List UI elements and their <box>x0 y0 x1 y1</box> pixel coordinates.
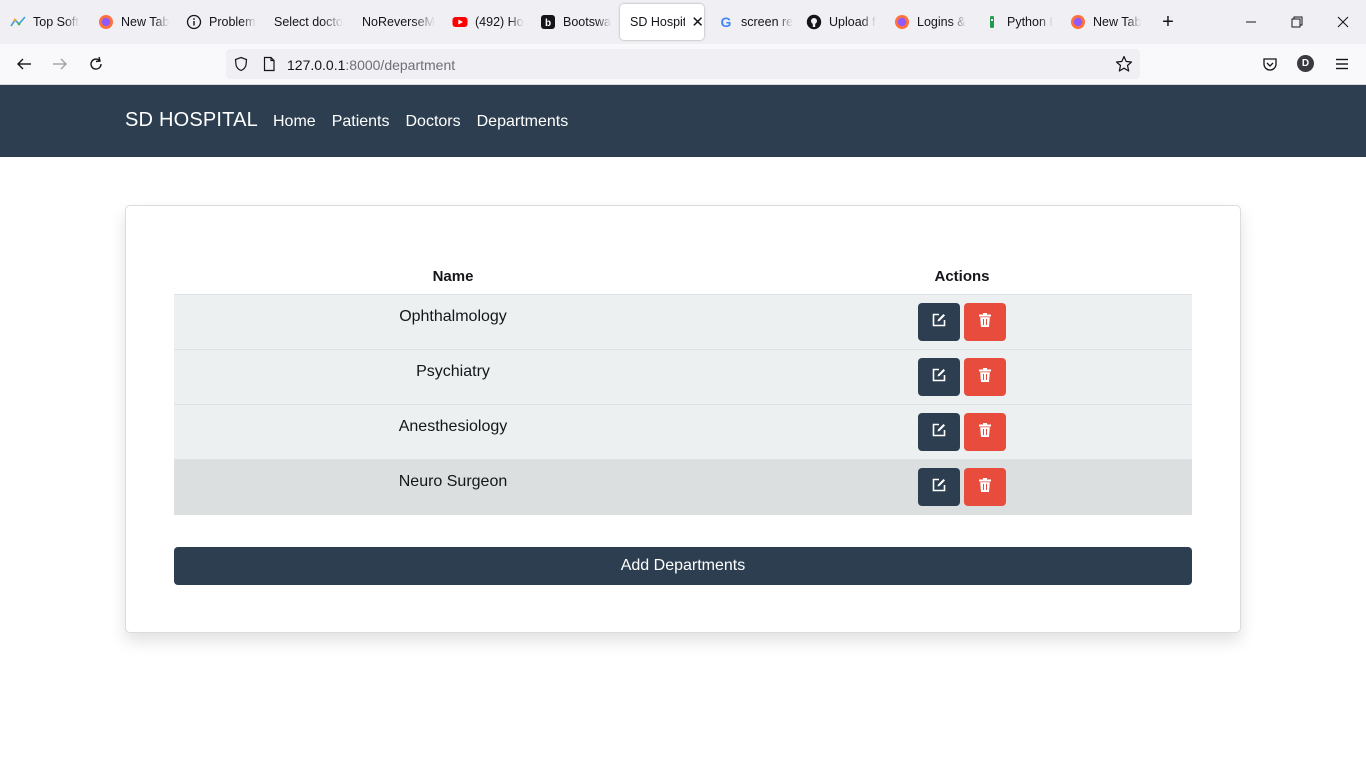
tab-top-soft[interactable]: Top Soft <box>0 4 86 40</box>
table-row: Psychiatry <box>174 350 1192 405</box>
add-departments-button[interactable]: Add Departments <box>174 547 1192 585</box>
new-tab-plus-icon[interactable]: + <box>1158 12 1178 32</box>
table-row: Neuro Surgeon <box>174 460 1192 515</box>
tab-sd-hospital[interactable]: SD Hospit ✕ <box>620 4 704 40</box>
forward-arrow-icon[interactable] <box>48 52 72 76</box>
edit-icon <box>931 312 947 333</box>
address-bar[interactable]: 127.0.0.1:8000/department <box>226 49 1140 79</box>
delete-button[interactable] <box>964 468 1006 506</box>
department-name: Anesthesiology <box>398 418 508 435</box>
main-nav: Home Patients Doctors Departments <box>273 113 584 131</box>
edit-button[interactable] <box>918 358 960 396</box>
department-name: Psychiatry <box>416 363 490 380</box>
tab-logins[interactable]: Logins & <box>884 4 972 40</box>
close-tab-icon[interactable]: ✕ <box>691 15 704 30</box>
firefox-icon <box>894 14 910 30</box>
edit-icon <box>931 477 947 498</box>
app-navbar: SD HOSPITAL Home Patients Doctors Depart… <box>0 85 1366 157</box>
trash-icon <box>978 477 992 498</box>
trash-icon <box>978 312 992 333</box>
table-row: Anesthesiology <box>174 405 1192 460</box>
trash-icon <box>978 367 992 388</box>
table-row: Ophthalmology <box>174 295 1192 350</box>
info-icon <box>186 14 202 30</box>
name-column-header: Name <box>432 268 474 285</box>
google-icon: G <box>718 14 734 30</box>
nav-home-link[interactable]: Home <box>273 113 316 131</box>
github-icon <box>806 14 822 30</box>
svg-text:G: G <box>721 14 732 30</box>
nav-patients-link[interactable]: Patients <box>332 113 390 131</box>
row-actions <box>732 295 1192 349</box>
tab-bootswatch[interactable]: b Bootswa <box>530 4 618 40</box>
department-name: Neuro Surgeon <box>398 473 508 490</box>
tab-youtube[interactable]: (492) Ho <box>442 4 530 40</box>
actions-column-header: Actions <box>934 268 990 285</box>
chart-favicon-icon <box>10 14 26 30</box>
restore-icon[interactable] <box>1285 10 1309 34</box>
pocket-icon[interactable] <box>1258 52 1282 76</box>
department-name: Ophthalmology <box>399 308 507 325</box>
tab-problem[interactable]: Problem <box>176 4 264 40</box>
row-actions <box>732 460 1192 515</box>
delete-button[interactable] <box>964 303 1006 341</box>
browser-tab-bar: Top Soft New Tab Problem Select docto No… <box>0 0 1366 44</box>
trash-icon <box>978 422 992 443</box>
table-header-row: Name Actions <box>174 256 1192 295</box>
browser-navigation-bar: 127.0.0.1:8000/department D <box>0 44 1366 85</box>
nav-departments-link[interactable]: Departments <box>477 113 569 131</box>
tab-select-doctor[interactable]: Select docto <box>264 4 352 40</box>
shield-icon[interactable] <box>232 55 250 73</box>
edit-icon <box>931 422 947 443</box>
bookmark-star-icon[interactable] <box>1115 55 1133 73</box>
page-icon[interactable] <box>260 55 278 73</box>
delete-button[interactable] <box>964 358 1006 396</box>
firefox-icon <box>98 14 114 30</box>
tab-new-tab-1[interactable]: New Tab <box>88 4 176 40</box>
firefox-icon <box>1070 14 1086 30</box>
tab-new-tab-2[interactable]: New Tab <box>1060 4 1148 40</box>
tab-screen-recorder[interactable]: G screen re <box>708 4 796 40</box>
tab-github-upload[interactable]: Upload f <box>796 4 884 40</box>
python-anywhere-icon <box>984 14 1000 30</box>
row-actions <box>732 350 1192 404</box>
svg-text:b: b <box>545 18 551 29</box>
reload-icon[interactable] <box>84 52 108 76</box>
tab-python-anywhere[interactable]: Python I <box>974 4 1062 40</box>
edit-icon <box>931 367 947 388</box>
edit-button[interactable] <box>918 413 960 451</box>
youtube-icon <box>452 14 468 30</box>
bootswatch-icon: b <box>540 14 556 30</box>
back-arrow-icon[interactable] <box>12 52 36 76</box>
departments-table: Name Actions Ophthalmology Psychiatry An… <box>174 256 1192 515</box>
edit-button[interactable] <box>918 468 960 506</box>
edit-button[interactable] <box>918 303 960 341</box>
departments-card: Name Actions Ophthalmology Psychiatry An… <box>125 205 1241 633</box>
nav-doctors-link[interactable]: Doctors <box>406 113 461 131</box>
account-avatar[interactable]: D <box>1297 55 1314 72</box>
hamburger-menu-icon[interactable] <box>1330 52 1354 76</box>
url-text[interactable]: 127.0.0.1:8000/department <box>287 57 455 73</box>
delete-button[interactable] <box>964 413 1006 451</box>
row-actions <box>732 405 1192 459</box>
minimize-icon[interactable] <box>1239 10 1263 34</box>
close-window-icon[interactable] <box>1331 10 1355 34</box>
tab-noreverse[interactable]: NoReverseM <box>352 4 440 40</box>
brand-logo-text[interactable]: SD HOSPITAL <box>125 109 258 132</box>
